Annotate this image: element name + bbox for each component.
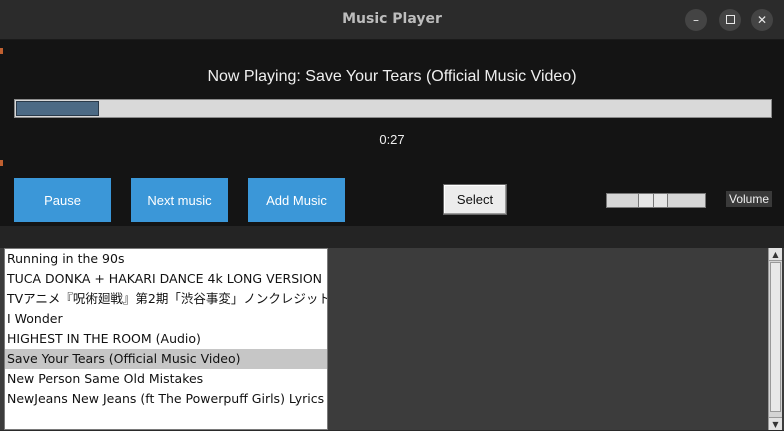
scroll-down-icon[interactable]: ▼ <box>769 417 782 430</box>
edge-artifact <box>0 48 3 54</box>
volume-slider-thumb[interactable] <box>638 194 668 207</box>
close-icon[interactable]: ✕ <box>751 9 773 31</box>
playlist-item[interactable]: New Person Same Old Mistakes <box>5 369 327 389</box>
pause-button[interactable]: Pause <box>14 178 111 222</box>
next-music-button[interactable]: Next music <box>131 178 228 222</box>
volume-label: Volume <box>726 191 772 207</box>
maximize-icon[interactable] <box>719 9 741 31</box>
divider-band <box>0 226 784 248</box>
playlist-item[interactable]: TUCA DONKA + HAKARI DANCE 4k LONG VERSIO… <box>5 269 327 289</box>
playlist-item[interactable]: TVアニメ『呪術廻戦』第2期「渋谷事変」ノンクレジットOP <box>5 289 327 309</box>
scroll-up-icon[interactable]: ▲ <box>769 248 782 261</box>
playlist-scrollbar[interactable]: ▲ ▼ <box>768 248 782 430</box>
player-panel: Now Playing: Save Your Tears (Official M… <box>0 40 784 226</box>
add-music-button[interactable]: Add Music <box>248 178 345 222</box>
progress-fill <box>16 101 99 116</box>
playlist-item[interactable]: I Wonder <box>5 309 327 329</box>
playlist-area: Running in the 90s TUCA DONKA + HAKARI DA… <box>0 248 784 430</box>
title-bar: Music Player – ✕ <box>0 0 784 40</box>
elapsed-time: 0:27 <box>379 132 405 147</box>
playlist-item[interactable]: Running in the 90s <box>5 249 327 269</box>
now-playing-label: Now Playing: Save Your Tears (Official M… <box>207 68 577 85</box>
volume-slider[interactable] <box>606 193 706 208</box>
playlist-item[interactable]: Save Your Tears (Official Music Video) <box>5 349 327 369</box>
scrollbar-thumb[interactable] <box>770 262 781 412</box>
edge-artifact <box>0 160 3 166</box>
window-title: Music Player <box>342 11 442 27</box>
progress-bar[interactable] <box>14 99 772 118</box>
select-button[interactable]: Select <box>443 184 507 215</box>
minimize-icon[interactable]: – <box>685 9 707 31</box>
playlist-listbox[interactable]: Running in the 90s TUCA DONKA + HAKARI DA… <box>4 248 328 430</box>
playlist-item[interactable]: NewJeans New Jeans (ft The Powerpuff Gir… <box>5 389 327 409</box>
playlist-item[interactable]: HIGHEST IN THE ROOM (Audio) <box>5 329 327 349</box>
